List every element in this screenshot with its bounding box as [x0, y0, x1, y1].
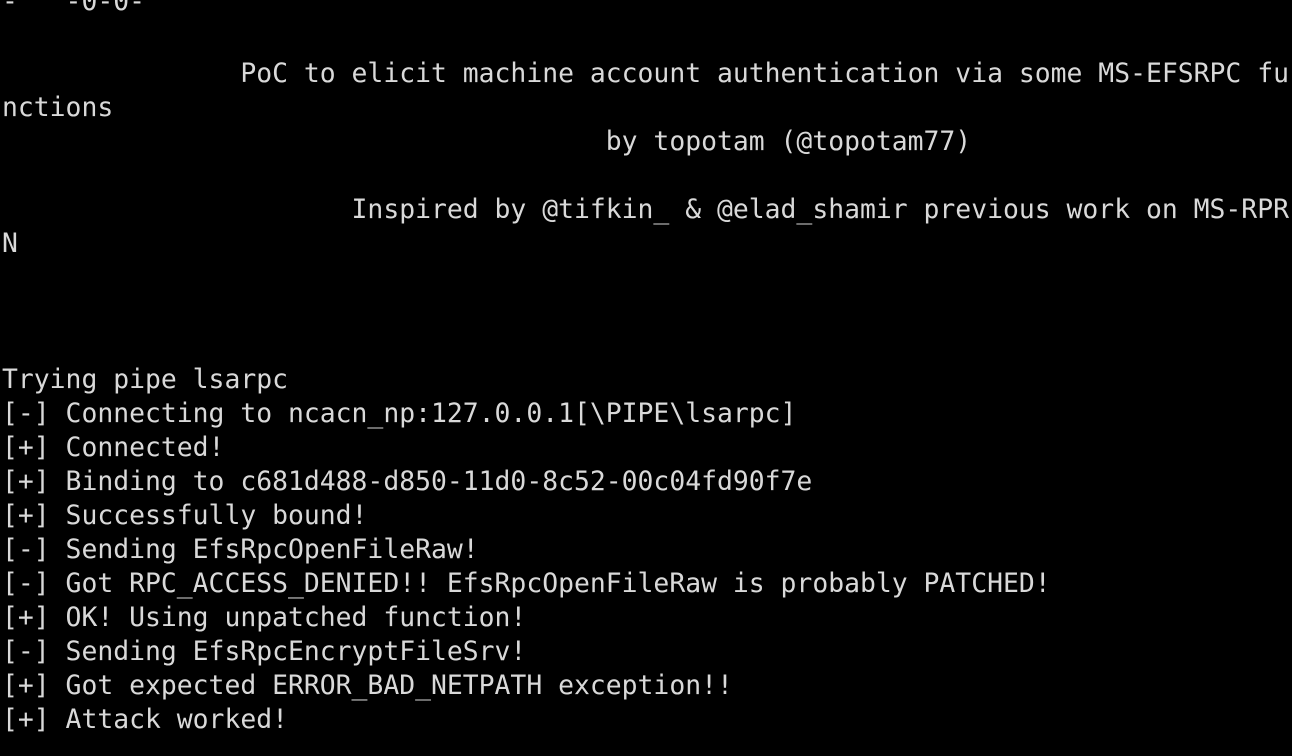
description-line-1: PoC to elicit machine account authentica… [2, 58, 1289, 89]
output-line: [+] Binding to c681d488-d850-11d0-8c52-0… [2, 466, 813, 497]
output-line: [+] Got expected ERROR_BAD_NETPATH excep… [2, 670, 733, 701]
output-line: [-] Sending EfsRpcEncryptFileSrv! [2, 636, 527, 667]
output-line: [+] Attack worked! [2, 704, 288, 735]
terminal-window[interactable]: -'' -0-0-' PoC to elicit machine account… [0, 0, 1292, 756]
output-line: [-] Connecting to ncacn_np:127.0.0.1[\PI… [2, 398, 797, 429]
inspired-line-1: Inspired by @tifkin_ & @elad_shamir prev… [2, 194, 1289, 225]
output-line: [+] OK! Using unpatched function! [2, 602, 527, 633]
output-line: Trying pipe lsarpc [2, 364, 288, 395]
inspired-line-2: N [2, 228, 18, 259]
description-line-2: nctions [2, 92, 114, 123]
ascii-art-fragment: -'' -0-0-' [2, 0, 161, 17]
output-line: [-] Got RPC_ACCESS_DENIED!! EfsRpcOpenFi… [2, 568, 1051, 599]
output-line: [-] Sending EfsRpcOpenFileRaw! [2, 534, 479, 565]
author-line: by topotam (@topotam77) [2, 126, 972, 157]
output-line: [+] Connected! [2, 432, 225, 463]
output-line: [+] Successfully bound! [2, 500, 368, 531]
